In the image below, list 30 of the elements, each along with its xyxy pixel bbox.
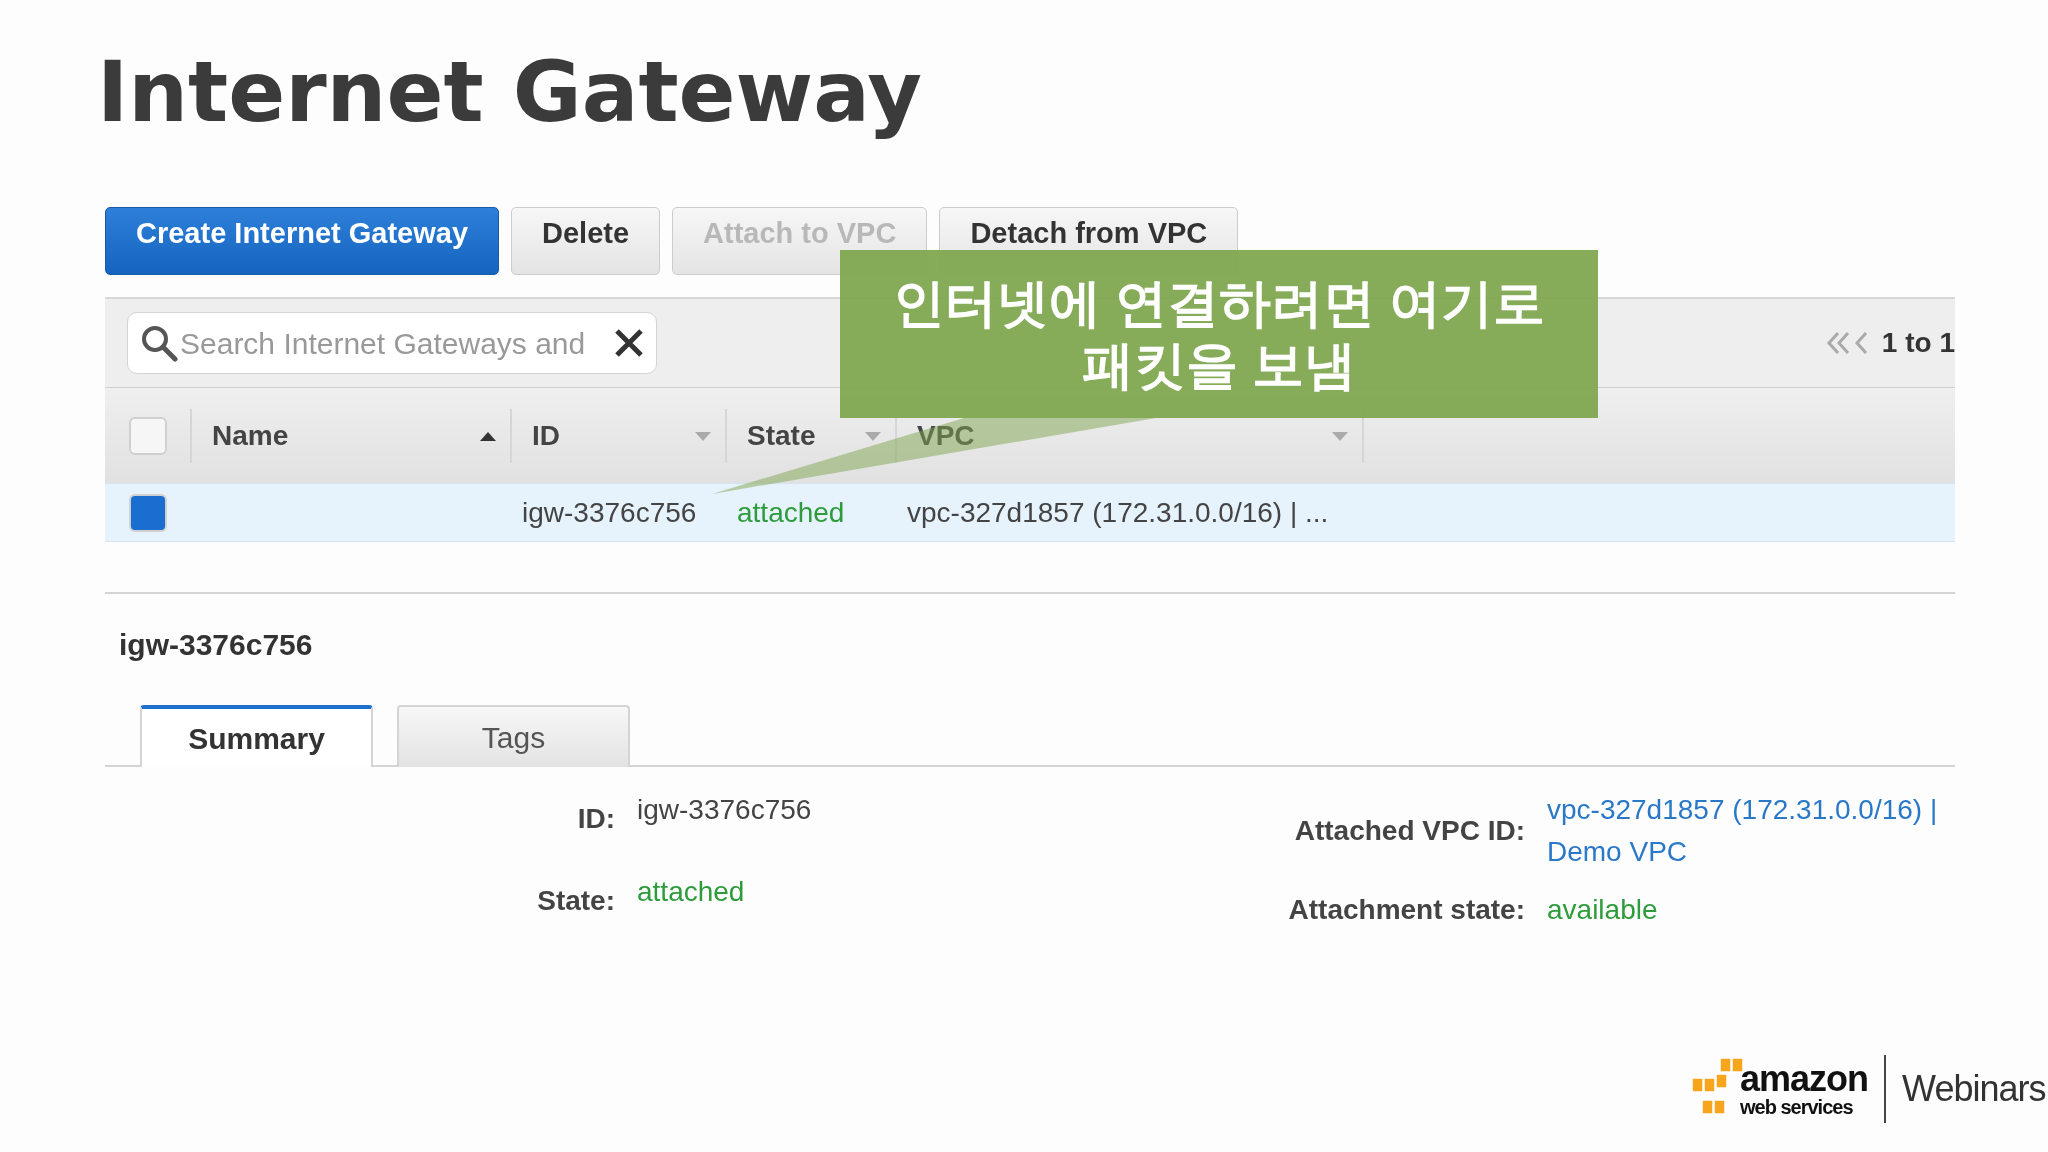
row-checkbox[interactable] <box>128 493 167 532</box>
logo-wordmark: amazon <box>1740 1061 1869 1097</box>
field-label: Attachment state: <box>1287 893 1525 927</box>
logo-tagline: web services <box>1740 1097 1854 1117</box>
select-all-checkbox[interactable] <box>128 416 167 455</box>
field-value: available <box>1547 893 1659 927</box>
table-row[interactable]: igw-3376c756 attached vpc-327d1857 (172.31.0.0/16) | ... <box>105 483 1955 542</box>
detail-tab[interactable]: Tags <box>397 705 630 767</box>
field-value: igw-3376c756 <box>637 793 813 827</box>
slide-title: Internet Gateway <box>97 50 923 143</box>
field-label: State: <box>536 884 615 918</box>
search-icon <box>140 324 178 362</box>
field-link[interactable]: vpc-327d1857 (172.31.0.0/16) | Demo VPC <box>1547 789 1947 873</box>
table-cell: attached <box>737 496 845 528</box>
field-label: ID: <box>576 802 615 836</box>
callout-tooltip: 인터넷에 연결하려면 여기로 패킷을 보냄 <box>840 250 1598 418</box>
search-field[interactable]: Search Internet Gateways and <box>127 312 657 374</box>
table-cell: igw-3376c756 <box>522 496 697 528</box>
toolbar-button[interactable]: Delete <box>511 207 661 275</box>
column-header[interactable]: ID <box>510 408 725 463</box>
logo-label: Webinars <box>1902 1067 2046 1111</box>
column-header[interactable]: Name <box>190 408 510 463</box>
pagination-text: 1 to 1 <box>1881 326 1955 360</box>
detail-title: igw-3376c756 <box>119 627 313 663</box>
field-label: Attached VPC ID: <box>1293 814 1525 848</box>
clear-icon[interactable] <box>614 328 644 358</box>
detail-tab[interactable]: Summary <box>140 705 373 767</box>
toolbar-button[interactable]: Create Internet Gateway <box>105 207 499 275</box>
table-cell: vpc-327d1857 (172.31.0.0/16) | ... <box>907 496 1329 528</box>
field-value: attached <box>637 875 746 909</box>
